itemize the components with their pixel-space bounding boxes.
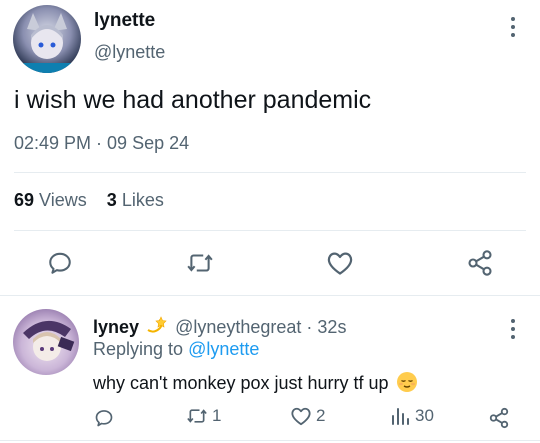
author-display-name[interactable]: lynette bbox=[94, 10, 155, 32]
replying-prefix: Replying to bbox=[93, 339, 184, 359]
author-handle[interactable]: @lynette bbox=[94, 42, 165, 63]
divider bbox=[0, 295, 540, 296]
reply-retweet-button[interactable]: 1 bbox=[186, 406, 221, 426]
reply-author-avatar[interactable] bbox=[13, 309, 79, 375]
divider bbox=[14, 230, 526, 231]
reply-text-row: why can't monkey pox just hurry tf up bbox=[93, 371, 418, 394]
reply-like-button[interactable]: 2 bbox=[290, 406, 325, 426]
views-count: 30 bbox=[415, 406, 434, 425]
divider bbox=[14, 172, 526, 173]
reply-icon[interactable] bbox=[94, 408, 114, 428]
replying-to: Replying to @lynette bbox=[93, 339, 259, 360]
like-icon[interactable] bbox=[326, 250, 354, 276]
views-label: Views bbox=[39, 190, 87, 210]
share-icon[interactable] bbox=[488, 407, 510, 429]
avatar-art bbox=[13, 13, 81, 73]
likes-count[interactable]: 3 bbox=[107, 190, 117, 210]
relieved-face-icon bbox=[396, 371, 418, 393]
reply-handle[interactable]: @lyneythegreat bbox=[175, 317, 301, 337]
like-count: 2 bbox=[316, 406, 326, 425]
divider bbox=[0, 440, 540, 441]
retweet-icon bbox=[186, 406, 208, 426]
likes-label[interactable]: Likes bbox=[122, 190, 164, 210]
reply-views-button[interactable]: 30 bbox=[390, 406, 434, 426]
dizzy-icon bbox=[146, 316, 168, 336]
reply-icon[interactable] bbox=[47, 250, 73, 276]
replying-to-handle[interactable]: @lynette bbox=[188, 339, 259, 359]
retweet-count: 1 bbox=[212, 406, 222, 425]
tweet-timestamp[interactable]: 02:49 PM · 09 Sep 24 bbox=[14, 133, 189, 154]
tweet-text: i wish we had another pandemic bbox=[14, 86, 372, 114]
share-icon[interactable] bbox=[466, 249, 494, 277]
tweet-stats: 69 Views 3 Likes bbox=[14, 190, 164, 211]
reply-time[interactable]: · 32s bbox=[306, 317, 346, 337]
views-count: 69 bbox=[14, 190, 35, 210]
author-avatar[interactable] bbox=[13, 5, 81, 73]
views-icon bbox=[390, 406, 410, 426]
more-vertical-icon[interactable] bbox=[508, 318, 518, 340]
like-icon bbox=[290, 406, 312, 426]
reply-text: why can't monkey pox just hurry tf up bbox=[93, 373, 389, 393]
avatar-art bbox=[23, 320, 75, 361]
more-vertical-icon[interactable] bbox=[508, 16, 518, 38]
reply-display-name[interactable]: lyney bbox=[93, 317, 139, 337]
retweet-icon[interactable] bbox=[186, 250, 214, 276]
reply-header: lyney @lyneythegreat · 32s bbox=[93, 316, 346, 338]
